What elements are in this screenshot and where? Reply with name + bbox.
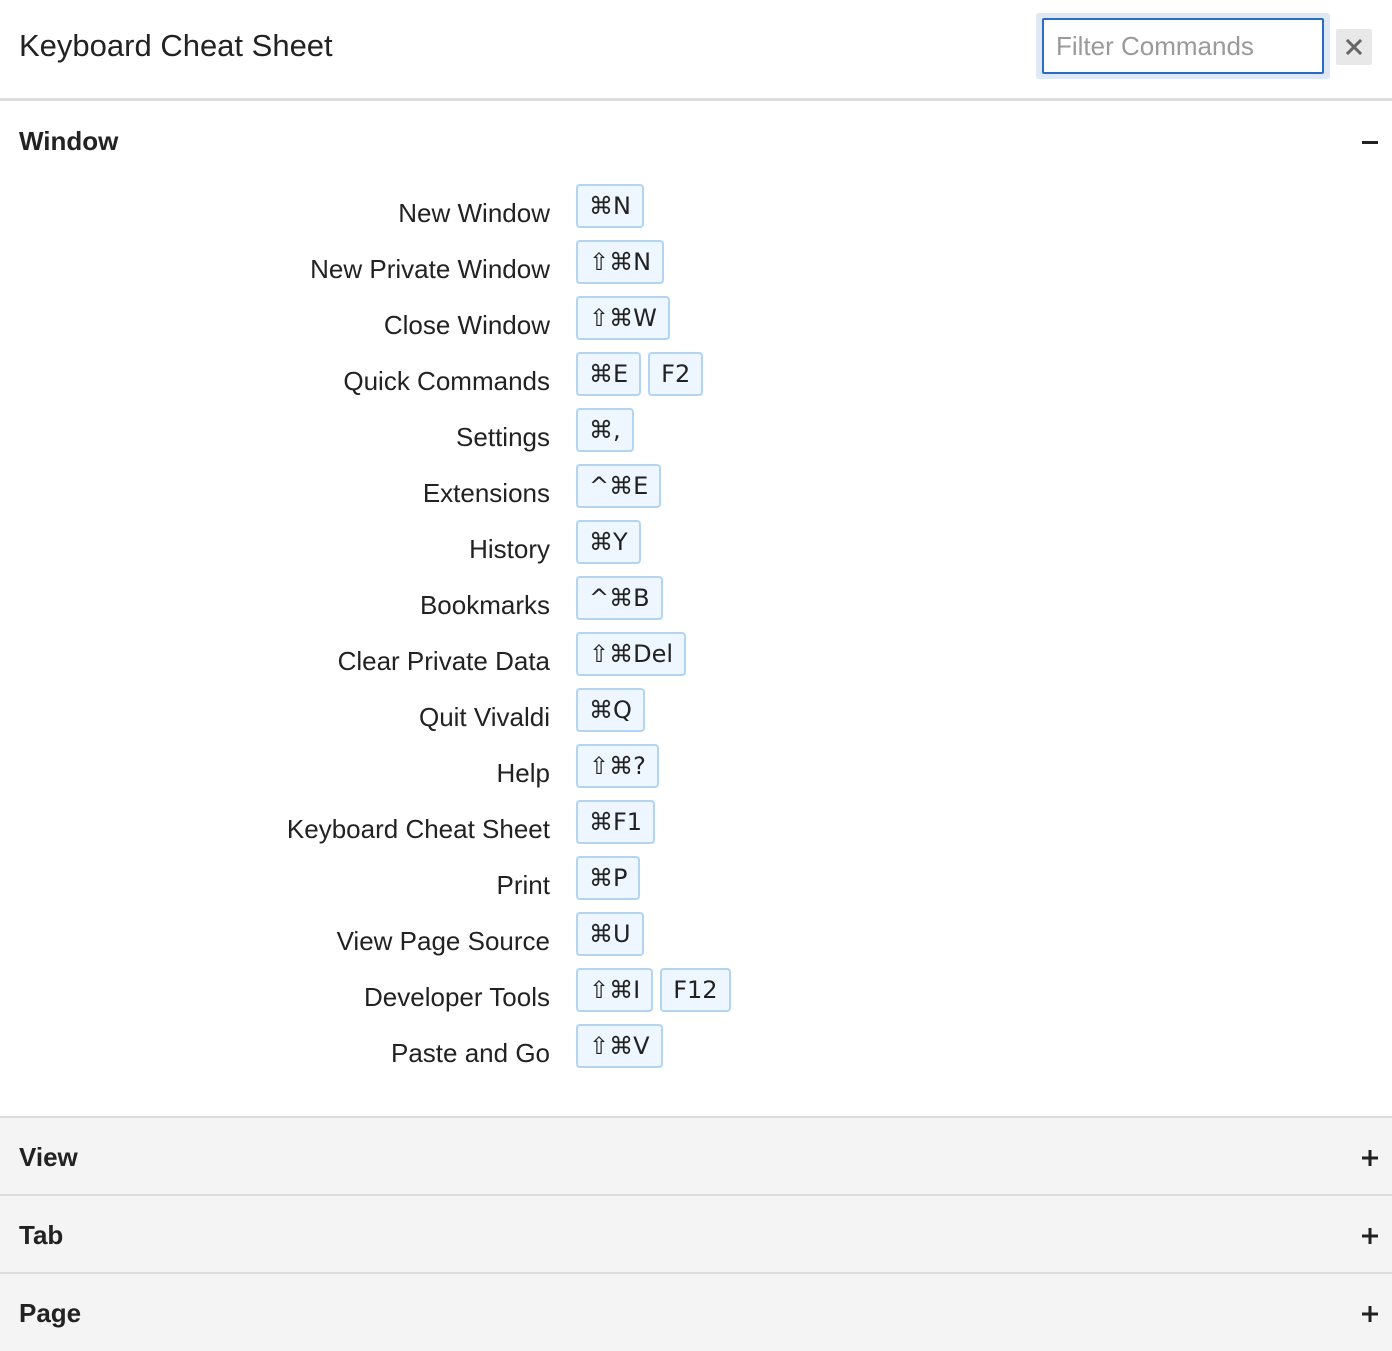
command-row: Print ⌘P <box>0 856 1392 912</box>
command-name: Extensions <box>422 478 550 508</box>
shortcut-keys: ⇧⌘W <box>576 296 670 340</box>
shortcut-key: ⌘E <box>576 352 642 396</box>
command-row: Clear Private Data ⇧⌘Del <box>0 632 1392 688</box>
shortcut-key: ^⌘B <box>576 576 663 620</box>
command-row: Developer Tools ⇧⌘I F12 <box>0 968 1392 1024</box>
command-row: Settings ⌘, <box>0 408 1392 464</box>
section-tab-title: Tab <box>19 1220 64 1250</box>
shortcut-key: ⌘Y <box>576 520 641 564</box>
shortcut-key: ⇧⌘Del <box>576 632 687 676</box>
shortcut-keys: ⇧⌘I F12 <box>576 968 731 1012</box>
command-name: Clear Private Data <box>337 646 550 676</box>
shortcut-keys: ⌘N <box>576 184 644 228</box>
shortcut-key: ⇧⌘W <box>576 296 670 340</box>
command-name: New Private Window <box>310 254 550 284</box>
filter-commands-input[interactable] <box>1042 18 1324 74</box>
command-name: Print <box>496 870 550 900</box>
shortcut-keys: ⌘E F2 <box>576 352 704 396</box>
expand-icon[interactable] <box>1361 1227 1379 1245</box>
collapse-icon[interactable] <box>1361 133 1379 151</box>
command-row: Bookmarks ^⌘B <box>0 576 1392 632</box>
command-row: Quick Commands ⌘E F2 <box>0 352 1392 408</box>
shortcut-keys: ⌘Q <box>576 688 645 732</box>
command-row: Help ⇧⌘? <box>0 744 1392 800</box>
page-title: Keyboard Cheat Sheet <box>19 28 333 63</box>
command-row: History ⌘Y <box>0 520 1392 576</box>
command-row: Keyboard Cheat Sheet ⌘F1 <box>0 800 1392 856</box>
section-window-header[interactable]: Window <box>0 101 1392 181</box>
shortcut-keys: ⇧⌘Del <box>576 632 687 676</box>
shortcut-keys: ^⌘B <box>576 576 663 620</box>
command-name: Help <box>496 758 550 788</box>
command-row: Quit Vivaldi ⌘Q <box>0 688 1392 744</box>
shortcut-key: ⌘Q <box>576 688 645 732</box>
shortcut-keys: ⌘, <box>576 408 634 452</box>
command-name: Close Window <box>383 310 550 340</box>
command-row: New Window ⌘N <box>0 184 1392 240</box>
shortcut-key: ⌘P <box>576 856 641 900</box>
command-name: Bookmarks <box>419 590 550 620</box>
shortcut-key: ⌘, <box>576 408 634 452</box>
section-view[interactable]: View <box>0 1116 1392 1195</box>
command-row: New Private Window ⇧⌘N <box>0 240 1392 296</box>
section-window-title: Window <box>19 126 119 156</box>
shortcut-keys: ⌘Y <box>576 520 641 564</box>
shortcut-key: ⇧⌘N <box>576 240 665 284</box>
shortcut-keys: ⇧⌘V <box>576 1024 663 1068</box>
command-row: Paste and Go ⇧⌘V <box>0 1024 1392 1080</box>
shortcut-key: ⇧⌘? <box>576 744 659 788</box>
command-name: Settings <box>456 422 550 452</box>
filter-focus-ring <box>1036 13 1330 79</box>
clear-filter-button[interactable] <box>1336 29 1372 65</box>
shortcut-keys: ⌘U <box>576 912 644 956</box>
shortcut-keys: ⌘F1 <box>576 800 656 844</box>
shortcut-key: ^⌘E <box>576 464 662 508</box>
shortcut-keys: ⇧⌘N <box>576 240 665 284</box>
command-row: Close Window ⇧⌘W <box>0 296 1392 352</box>
command-name: Keyboard Cheat Sheet <box>286 814 550 844</box>
shortcut-key: F12 <box>660 968 731 1012</box>
command-name: View Page Source <box>336 926 550 956</box>
shortcut-keys: ⌘P <box>576 856 641 900</box>
shortcut-key: ⇧⌘V <box>576 1024 663 1068</box>
expand-icon[interactable] <box>1361 1149 1379 1167</box>
close-icon <box>1346 39 1362 55</box>
command-name: New Window <box>398 198 550 228</box>
shortcut-key: ⌘F1 <box>576 800 656 844</box>
command-name: Paste and Go <box>391 1038 550 1068</box>
shortcut-keys: ⇧⌘? <box>576 744 659 788</box>
shortcut-key: ⌘N <box>576 184 644 228</box>
header: Keyboard Cheat Sheet <box>0 0 1392 101</box>
command-name: History <box>469 534 550 564</box>
command-name: Developer Tools <box>364 982 550 1012</box>
shortcut-keys: ^⌘E <box>576 464 662 508</box>
section-tab[interactable]: Tab <box>0 1194 1392 1273</box>
shortcut-key: F2 <box>648 352 704 396</box>
command-name: Quit Vivaldi <box>418 702 550 732</box>
section-page-title: Page <box>19 1298 82 1328</box>
command-row: View Page Source ⌘U <box>0 912 1392 968</box>
shortcut-key: ⌘U <box>576 912 644 956</box>
section-page[interactable]: Page <box>0 1272 1392 1351</box>
section-window: Window New Window ⌘N New Private Window ⇧⌘N… <box>0 101 1392 1116</box>
section-view-title: View <box>19 1142 78 1172</box>
command-row: Extensions ^⌘E <box>0 464 1392 520</box>
command-name: Quick Commands <box>343 366 550 396</box>
expand-icon[interactable] <box>1361 1305 1379 1323</box>
shortcut-key: ⇧⌘I <box>576 968 654 1012</box>
